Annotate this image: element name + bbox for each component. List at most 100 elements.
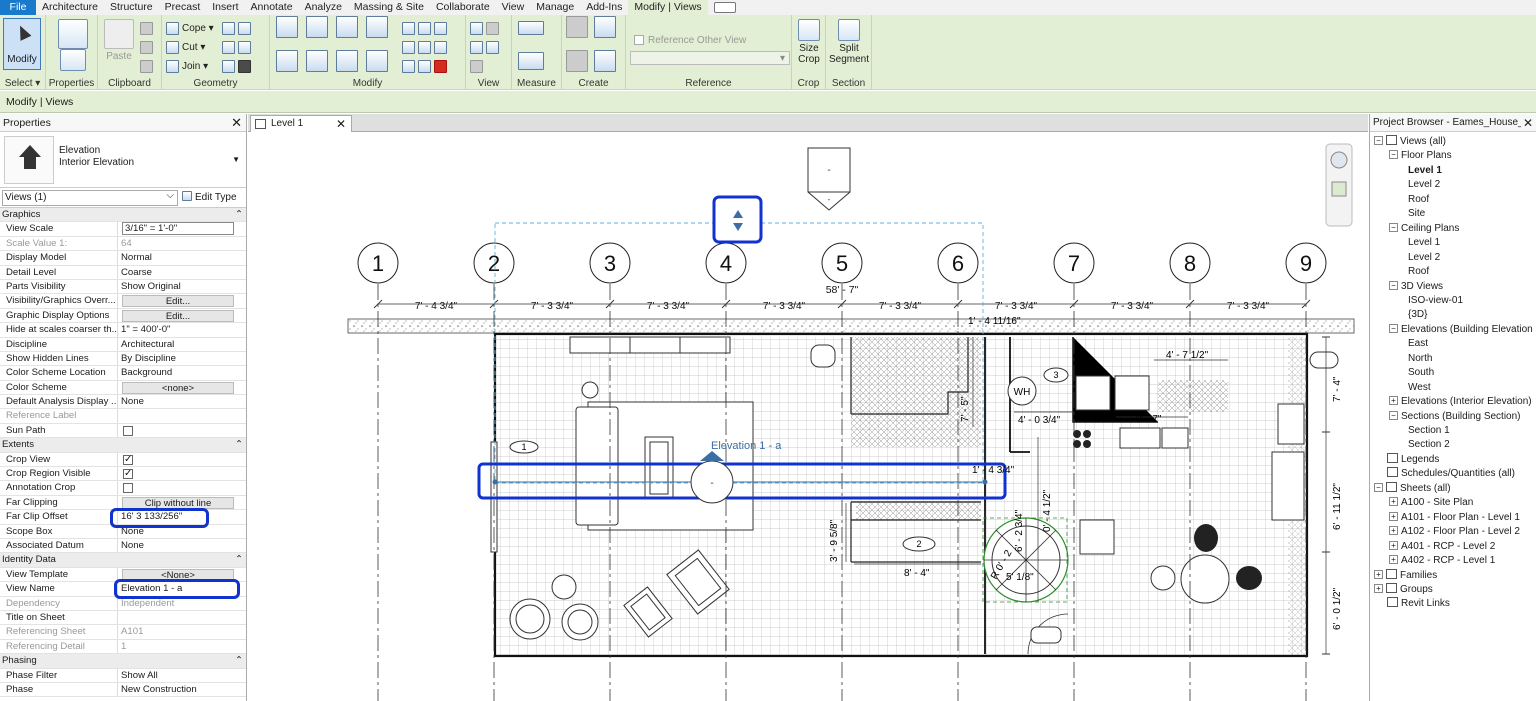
close-icon[interactable]: ✕ xyxy=(336,116,346,132)
browser-item-elevations-building-elevation[interactable]: − Elevations (Building Elevation xyxy=(1389,323,1533,337)
property-checkbox[interactable] xyxy=(123,425,133,436)
browser-item-a102-floor-plan-level-2[interactable]: + A102 - Floor Plan - Level 2 xyxy=(1389,525,1520,539)
browser-item-level-2[interactable]: Level 2 xyxy=(1408,251,1440,265)
tab-structure[interactable]: Structure xyxy=(104,0,159,15)
property-value-button[interactable]: <none> xyxy=(122,381,234,394)
browser-item-iso-view-01[interactable]: ISO-view-01 xyxy=(1408,294,1463,308)
browser-item-north[interactable]: North xyxy=(1408,352,1432,366)
properties-button[interactable] xyxy=(54,19,92,73)
collapse-icon[interactable]: − xyxy=(1389,410,1398,420)
expand-icon[interactable]: + xyxy=(1389,540,1398,550)
browser-item-3d[interactable]: {3D} xyxy=(1408,308,1427,322)
expand-icon[interactable]: + xyxy=(1374,583,1383,593)
move-button[interactable] xyxy=(276,50,301,72)
section-graphics[interactable]: Graphics ⌃ xyxy=(0,208,246,223)
property-value-button[interactable]: Edit... xyxy=(122,295,234,308)
flip-arrows-control[interactable] xyxy=(712,195,763,244)
modify-small-3[interactable] xyxy=(402,58,450,74)
tab-collaborate[interactable]: Collaborate xyxy=(430,0,496,15)
section-extents[interactable]: Extents ⌃ xyxy=(0,438,246,453)
type-selector[interactable]: Elevation Interior Elevation ▼ xyxy=(0,132,246,188)
collapse-icon[interactable]: − xyxy=(1389,222,1398,232)
collapse-section-icon[interactable]: ⌃ xyxy=(232,208,246,221)
browser-item-sheets-all[interactable]: − Sheets (all) xyxy=(1374,481,1451,496)
ribbon-display-toggle[interactable] xyxy=(713,2,736,13)
property-value[interactable]: Elevation 1 - a xyxy=(118,582,246,595)
split-segment-button[interactable]: Split Segment xyxy=(828,19,870,65)
cut-geometry-button[interactable]: Cut ▾ xyxy=(166,39,205,55)
mirror-draw-button[interactable] xyxy=(366,16,391,38)
modify-small-1[interactable] xyxy=(402,20,450,36)
navigation-bar[interactable] xyxy=(1325,143,1353,227)
close-icon[interactable]: ✕ xyxy=(231,114,242,132)
select-dropdown[interactable]: Select ▾ xyxy=(0,78,45,89)
expand-icon[interactable]: + xyxy=(1389,526,1398,536)
browser-item-west[interactable]: West xyxy=(1408,381,1431,395)
browser-item-a402-rcp-level-1[interactable]: + A402 - RCP - Level 1 xyxy=(1389,554,1495,568)
mirror-axis-button[interactable] xyxy=(336,16,361,38)
browser-item-elevations-interior-elevation[interactable]: + Elevations (Interior Elevation) xyxy=(1389,395,1532,409)
tab-architecture[interactable]: Architecture xyxy=(36,0,104,15)
browser-item-a100-site-plan[interactable]: + A100 - Site Plan xyxy=(1389,496,1473,510)
browser-item-east[interactable]: East xyxy=(1408,337,1428,351)
tab-analyze[interactable]: Analyze xyxy=(299,0,348,15)
property-value[interactable]: By Discipline xyxy=(118,352,246,365)
tab-level-1[interactable]: Level 1 ✕ xyxy=(250,115,352,132)
create-group-button[interactable] xyxy=(566,50,591,72)
close-icon[interactable]: ✕ xyxy=(1520,114,1533,131)
align-button[interactable] xyxy=(276,16,301,38)
browser-item-site[interactable]: Site xyxy=(1408,207,1425,221)
property-value[interactable]: None xyxy=(118,539,246,552)
tab-massing-site[interactable]: Massing & Site xyxy=(348,0,430,15)
browser-item-south[interactable]: South xyxy=(1408,366,1434,380)
paste-button[interactable]: Paste xyxy=(102,19,136,62)
create-similar-button[interactable] xyxy=(594,50,619,72)
geometry-tool-1[interactable] xyxy=(222,20,254,36)
expand-icon[interactable]: + xyxy=(1389,396,1398,406)
collapse-icon[interactable]: − xyxy=(1374,136,1383,145)
property-value[interactable]: Coarse xyxy=(118,266,246,279)
property-checkbox[interactable] xyxy=(123,453,133,466)
reference-other-view-checkbox[interactable]: Reference Other View xyxy=(634,32,746,48)
browser-item-a101-floor-plan-level-1[interactable]: + A101 - Floor Plan - Level 1 xyxy=(1389,511,1520,525)
size-crop-button[interactable]: Size Crop xyxy=(794,19,824,65)
property-value[interactable]: New Construction xyxy=(118,683,246,696)
match-properties-button[interactable] xyxy=(140,58,156,74)
reference-view-dropdown[interactable]: ▾ xyxy=(630,51,790,65)
property-value[interactable]: 16' 3 133/256" xyxy=(118,510,246,523)
rotate-button[interactable] xyxy=(336,50,361,72)
instance-filter-dropdown[interactable]: Views (1) xyxy=(2,189,178,206)
property-value-button[interactable]: <None> xyxy=(122,568,234,581)
browser-item-section-2[interactable]: Section 2 xyxy=(1408,438,1450,452)
browser-item-section-1[interactable]: Section 1 xyxy=(1408,424,1450,438)
create-assembly-button[interactable] xyxy=(594,16,619,38)
tab-annotate[interactable]: Annotate xyxy=(245,0,299,15)
browser-item-floor-plans[interactable]: − Floor Plans xyxy=(1389,149,1452,163)
browser-item-groups[interactable]: + Groups xyxy=(1374,582,1433,597)
expand-icon[interactable]: + xyxy=(1389,511,1398,521)
property-value[interactable]: Show All xyxy=(118,669,246,682)
collapse-icon[interactable]: − xyxy=(1374,482,1383,492)
collapse-icon[interactable]: − xyxy=(1389,150,1398,160)
geometry-tool-2[interactable] xyxy=(222,39,254,55)
collapse-icon[interactable]: − xyxy=(1389,280,1398,290)
modify-button[interactable]: Modify xyxy=(3,18,41,70)
elevation-view-marker-top[interactable]: - - xyxy=(807,147,851,211)
geometry-tool-3[interactable] xyxy=(222,58,254,74)
trim-button[interactable] xyxy=(366,50,391,72)
property-checkbox[interactable] xyxy=(123,483,133,494)
browser-item-schedules-quantities-all[interactable]: Schedules/Quantities (all) xyxy=(1387,467,1515,481)
section-identity-data[interactable]: Identity Data ⌃ xyxy=(0,553,246,568)
browser-item-roof[interactable]: Roof xyxy=(1408,265,1429,279)
offset-button[interactable] xyxy=(306,16,331,38)
copy-button[interactable] xyxy=(306,50,331,72)
tab-manage[interactable]: Manage xyxy=(530,0,580,15)
browser-item-level-1[interactable]: Level 1 xyxy=(1408,236,1440,250)
property-value-button[interactable]: Clip without line xyxy=(122,496,234,509)
modify-small-2[interactable] xyxy=(402,39,450,55)
browser-item-roof[interactable]: Roof xyxy=(1408,193,1429,207)
browser-item-ceiling-plans[interactable]: − Ceiling Plans xyxy=(1389,222,1459,236)
property-value-input[interactable]: 3/16" = 1'-0" xyxy=(122,222,234,236)
tab-add-ins[interactable]: Add-Ins xyxy=(580,0,628,15)
collapse-section-icon[interactable]: ⌃ xyxy=(232,438,246,451)
